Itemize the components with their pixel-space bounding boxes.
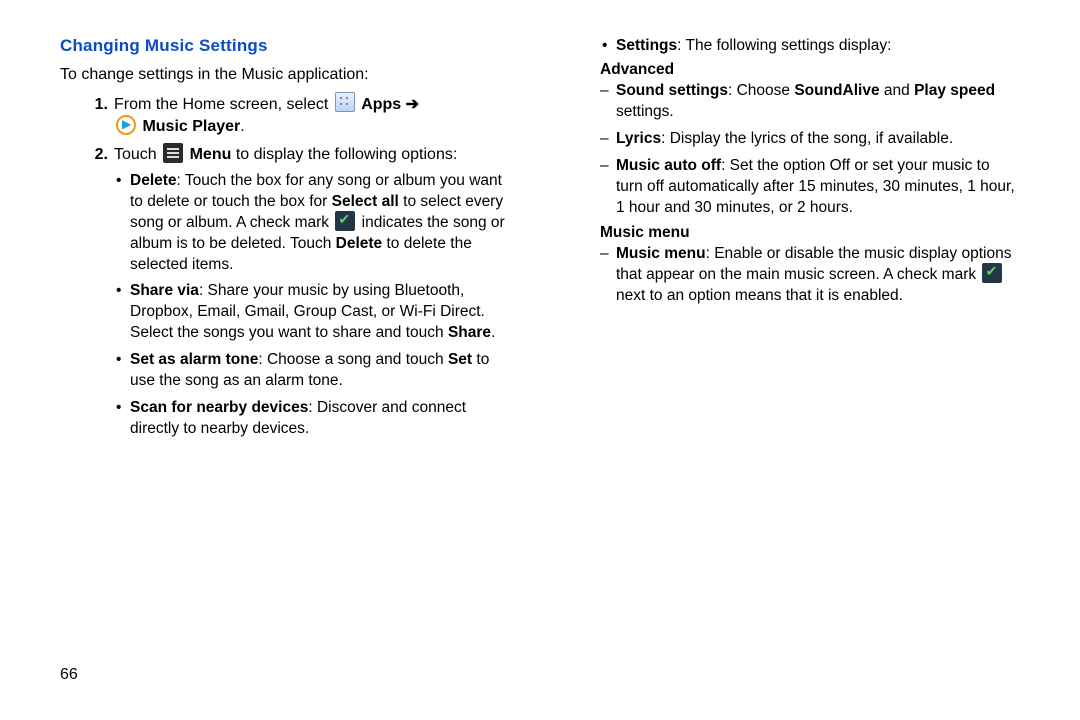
scan-label: Scan for nearby devices bbox=[130, 399, 308, 416]
left-column: Changing Music Settings To change settin… bbox=[60, 36, 540, 700]
share-label: Share via bbox=[130, 282, 199, 299]
settings-text: : The following settings display: bbox=[677, 37, 891, 54]
soundalive-label: SoundAlive bbox=[794, 82, 879, 99]
advanced-heading: Advanced bbox=[600, 61, 1020, 79]
step1-text-a: From the Home screen, select bbox=[114, 96, 333, 113]
steps-list: 1. From the Home screen, select Apps ➔ M… bbox=[78, 94, 510, 440]
option-settings: Settings: The following settings display… bbox=[600, 36, 1020, 57]
step-2: 2. Touch Menu to display the following o… bbox=[78, 144, 510, 440]
playspeed-label: Play speed bbox=[914, 82, 995, 99]
option-scan: Scan for nearby devices: Discover and co… bbox=[114, 398, 510, 440]
sound-text-a: : Choose bbox=[728, 82, 794, 99]
music-player-label: Music Player bbox=[142, 118, 240, 135]
option-share: Share via: Share your music by using Blu… bbox=[114, 281, 510, 344]
menu-label: Menu bbox=[190, 146, 232, 163]
alarm-text-a: : Choose a song and touch bbox=[258, 351, 448, 368]
music-menu-text-b: next to an option means that it is enabl… bbox=[616, 287, 903, 304]
menu-icon bbox=[163, 143, 183, 163]
apps-grid-icon bbox=[335, 92, 355, 112]
step1-period: . bbox=[240, 118, 244, 135]
option-auto-off: Music auto off: Set the option Off or se… bbox=[600, 156, 1020, 219]
settings-label: Settings bbox=[616, 37, 677, 54]
sound-and: and bbox=[880, 82, 914, 99]
step-number: 1. bbox=[78, 94, 108, 116]
auto-off-label: Music auto off bbox=[616, 157, 721, 174]
right-column: Settings: The following settings display… bbox=[540, 36, 1020, 700]
music-menu-heading: Music menu bbox=[600, 224, 1020, 242]
checkmark-icon bbox=[335, 211, 355, 231]
option-sound-settings: Sound settings: Choose SoundAlive and Pl… bbox=[600, 81, 1020, 123]
settings-sublist: Advanced Sound settings: Choose SoundAli… bbox=[600, 61, 1020, 307]
menu-options-list: Delete: Touch the box for any song or al… bbox=[114, 171, 510, 440]
music-menu-list: Music menu: Enable or disable the music … bbox=[600, 244, 1020, 307]
lyrics-text: : Display the lyrics of the song, if ava… bbox=[661, 130, 953, 147]
section-heading: Changing Music Settings bbox=[60, 36, 510, 56]
advanced-list: Sound settings: Choose SoundAlive and Pl… bbox=[600, 81, 1020, 219]
alarm-set-label: Set bbox=[448, 351, 472, 368]
page-number: 66 bbox=[60, 666, 78, 684]
option-delete: Delete: Touch the box for any song or al… bbox=[114, 171, 510, 276]
intro-text: To change settings in the Music applicat… bbox=[60, 64, 510, 86]
alarm-label: Set as alarm tone bbox=[130, 351, 258, 368]
option-lyrics: Lyrics: Display the lyrics of the song, … bbox=[600, 129, 1020, 150]
share-text-b: . bbox=[491, 324, 495, 341]
music-player-icon bbox=[116, 115, 136, 135]
step-1: 1. From the Home screen, select Apps ➔ M… bbox=[78, 94, 510, 139]
arrow-icon: ➔ bbox=[406, 96, 419, 113]
sound-text-b: settings. bbox=[616, 103, 674, 120]
select-all-label: Select all bbox=[332, 193, 399, 210]
share-touch-label: Share bbox=[448, 324, 491, 341]
option-alarm: Set as alarm tone: Choose a song and tou… bbox=[114, 350, 510, 392]
settings-bullet: Settings: The following settings display… bbox=[600, 36, 1020, 57]
step-number: 2. bbox=[78, 144, 108, 166]
lyrics-label: Lyrics bbox=[616, 130, 661, 147]
manual-page: Changing Music Settings To change settin… bbox=[0, 0, 1080, 720]
option-music-menu: Music menu: Enable or disable the music … bbox=[600, 244, 1020, 307]
step2-text-b: to display the following options: bbox=[236, 146, 457, 163]
delete-label: Delete bbox=[130, 172, 177, 189]
checkmark-icon bbox=[982, 263, 1002, 283]
delete-touch-label: Delete bbox=[336, 235, 383, 252]
apps-label: Apps bbox=[361, 96, 401, 113]
step2-text-a: Touch bbox=[114, 146, 161, 163]
sound-label: Sound settings bbox=[616, 82, 728, 99]
music-menu-label: Music menu bbox=[616, 245, 706, 262]
